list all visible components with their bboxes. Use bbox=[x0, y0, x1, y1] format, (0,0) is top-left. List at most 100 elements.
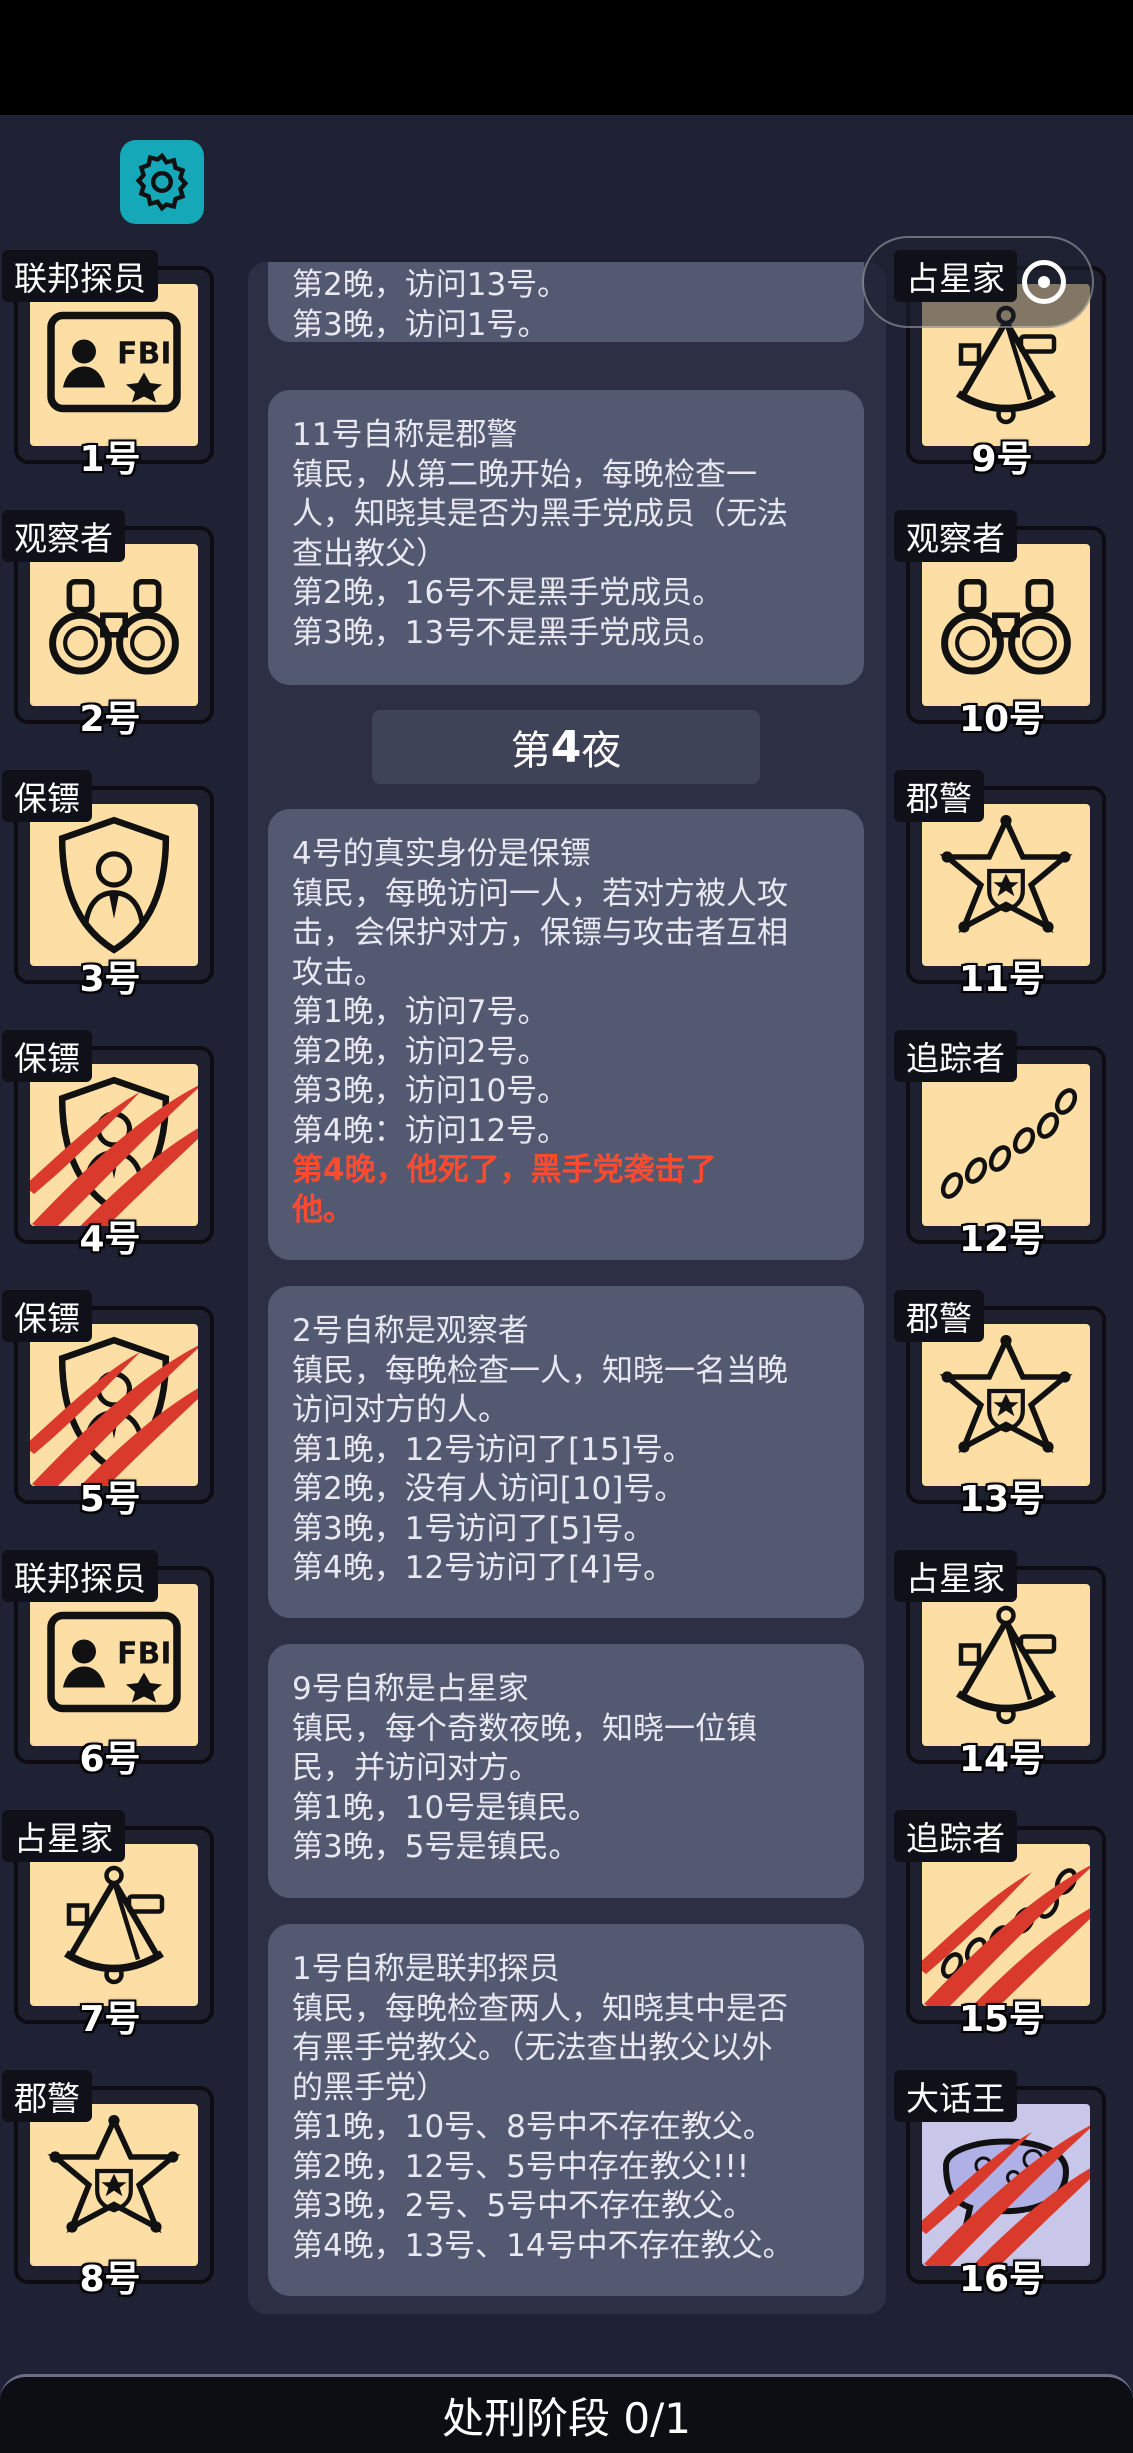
log-entry-2: 11号自称是郡警 镇民，从第二晚开始，每晚检查一 人，知晓其是否为黑手党成员（无… bbox=[268, 390, 864, 685]
player-card-15[interactable]: 追踪者 15号 bbox=[894, 1810, 1110, 2040]
role-label: 追踪者 bbox=[894, 1810, 1017, 1862]
role-label: 保镖 bbox=[2, 770, 92, 822]
player-portrait bbox=[30, 1064, 198, 1226]
player-number: 10号 bbox=[958, 699, 1046, 740]
night-number: 4 bbox=[550, 721, 582, 773]
log-line: 第4晚，12号访问了[4]号。 bbox=[292, 1550, 675, 1586]
log-line: 第3晚，2号、5号中不存在教父。 bbox=[292, 2188, 755, 2224]
log-entry-1: 第2晚，访问13号。 第3晚，访问1号。 bbox=[268, 262, 864, 343]
player-card-14[interactable]: 占星家 14号 bbox=[894, 1550, 1110, 1780]
player-number: 15号 bbox=[958, 1999, 1046, 2040]
player-card-2[interactable]: 观察者 2号 bbox=[2, 510, 218, 740]
log-line: 第1晚，访问7号。 bbox=[292, 994, 549, 1030]
player-number: 8号 bbox=[79, 2259, 141, 2300]
player-number: 13号 bbox=[958, 1479, 1046, 1520]
log-line: 9号自称是占星家 bbox=[292, 1671, 529, 1707]
claw-mark-icon bbox=[922, 2125, 1090, 2266]
player-number: 9号 bbox=[971, 439, 1033, 480]
execution-phase-bar[interactable]: 处刑阶段 0/1 bbox=[0, 2374, 1133, 2453]
role-label: 联邦探员 bbox=[2, 1550, 158, 1602]
log-entry-6: 1号自称是联邦探员 镇民，每晚检查两人，知晓其中是否 有黑手党教父。（无法查出教… bbox=[268, 1924, 864, 2296]
sheriff-star-icon bbox=[44, 2115, 184, 2255]
phase-label: 处刑阶段 0/1 bbox=[442, 2393, 691, 2443]
log-line: 查出教父） bbox=[292, 535, 447, 572]
footprints-icon bbox=[931, 1080, 1081, 1210]
player-card-7[interactable]: 占星家 7号 bbox=[2, 1810, 218, 2040]
role-label: 保镖 bbox=[2, 1030, 92, 1082]
role-label: 郡警 bbox=[894, 1290, 984, 1342]
status-bar bbox=[0, 0, 1133, 115]
sheriff-star-icon bbox=[936, 815, 1076, 955]
settings-button[interactable] bbox=[120, 140, 204, 224]
role-label: 追踪者 bbox=[894, 1030, 1017, 1082]
log-line: 镇民，每个奇数夜晚，知晓一位镇 bbox=[292, 1710, 757, 1747]
log-line: 第3晚，1号访问了[5]号。 bbox=[292, 1510, 655, 1547]
night-suffix: 夜 bbox=[581, 728, 622, 774]
claw-mark-icon bbox=[30, 1085, 198, 1226]
log-line: 2号自称是观察者 bbox=[292, 1313, 529, 1349]
player-portrait bbox=[922, 2104, 1090, 2266]
player-portrait bbox=[30, 1844, 198, 2006]
sextant-icon bbox=[39, 1860, 189, 1990]
fbi-badge-icon: FBI bbox=[39, 1600, 189, 1730]
log-line: 镇民，每晚访问一人，若对方被人攻 bbox=[292, 875, 788, 912]
player-card-8[interactable]: 郡警 8号 bbox=[2, 2070, 218, 2300]
log-line: 第3晚，访问1号。 bbox=[292, 306, 549, 343]
player-number: 12号 bbox=[958, 1219, 1046, 1260]
role-label: 保镖 bbox=[2, 1290, 92, 1342]
player-card-11[interactable]: 郡警 11号 bbox=[894, 770, 1110, 1000]
role-label: 观察者 bbox=[2, 510, 125, 562]
fbi-badge-icon: FBI bbox=[39, 300, 189, 430]
player-portrait bbox=[922, 1584, 1090, 1746]
log-line: 第1晚，12号访问了[15]号。 bbox=[292, 1431, 694, 1468]
player-portrait bbox=[30, 1324, 198, 1486]
player-card-3[interactable]: 保镖 3号 bbox=[2, 770, 218, 1000]
player-card-6[interactable]: FBI 联邦探员 6号 bbox=[2, 1550, 218, 1780]
night-prefix: 第 bbox=[510, 728, 551, 774]
claw-mark-icon bbox=[922, 1865, 1090, 2006]
player-number: 3号 bbox=[79, 959, 141, 1000]
night-header: 第4夜 bbox=[372, 710, 760, 784]
log-line: 攻击。 bbox=[292, 954, 385, 991]
player-card-1[interactable]: FBI 联邦探员 1号 bbox=[2, 250, 218, 480]
svg-text:FBI: FBI bbox=[117, 1637, 172, 1672]
bodyguard-shield-icon bbox=[49, 815, 179, 955]
player-number: 5号 bbox=[79, 1479, 141, 1520]
player-card-10[interactable]: 观察者 10号 bbox=[894, 510, 1110, 740]
log-line: 第2晚，没有人访问[10]号。 bbox=[292, 1471, 686, 1507]
log-line: 有黑手党教父。（无法查出教父以外 bbox=[292, 2030, 773, 2066]
log-entry-5: 9号自称是占星家 镇民，每个奇数夜晚，知晓一位镇 民，并访问对方。 第1晚，10… bbox=[268, 1644, 864, 1898]
log-line: 镇民，每晚检查两人，知晓其中是否 bbox=[292, 1990, 788, 2027]
player-portrait bbox=[922, 1324, 1090, 1486]
log-line: 第3晚，13号不是黑手党成员。 bbox=[292, 614, 724, 651]
death-notice: 他。 bbox=[292, 1191, 354, 1228]
log-line: 第4晚，13号、14号中不存在教父。 bbox=[292, 2227, 794, 2264]
player-card-4[interactable]: 保镖 4号 bbox=[2, 1030, 218, 1260]
player-portrait bbox=[922, 544, 1090, 706]
log-line: 第2晚，访问13号。 bbox=[292, 267, 569, 303]
game-log-panel[interactable]: 第2晚，访问13号。 第3晚，访问1号。 11号自称是郡警 镇民，从第二晚开始，… bbox=[248, 262, 886, 2314]
log-line: 的黑手党） bbox=[292, 2069, 447, 2106]
role-label: 占星家 bbox=[2, 1810, 125, 1862]
sheriff-star-icon bbox=[936, 1335, 1076, 1475]
close-circle-icon[interactable] bbox=[1022, 260, 1066, 304]
player-card-13[interactable]: 郡警 13号 bbox=[894, 1290, 1110, 1520]
log-line: 第4晚：访问12号。 bbox=[292, 1112, 569, 1149]
svg-text:FBI: FBI bbox=[117, 337, 172, 372]
player-portrait bbox=[30, 804, 198, 966]
log-line: 人，知晓其是否为黑手党成员（无法 bbox=[292, 496, 788, 532]
player-number: 11号 bbox=[958, 959, 1046, 1000]
player-number: 6号 bbox=[79, 1739, 141, 1780]
player-number: 4号 bbox=[79, 1219, 141, 1260]
gear-icon bbox=[135, 152, 189, 212]
log-line: 第3晚，5号是镇民。 bbox=[292, 1829, 580, 1865]
player-card-12[interactable]: 追踪者 12号 bbox=[894, 1030, 1110, 1260]
player-card-5[interactable]: 保镖 5号 bbox=[2, 1290, 218, 1520]
log-entry-4: 2号自称是观察者 镇民，每晚检查一人，知晓一名当晚 访问对方的人。 第1晚，12… bbox=[268, 1286, 864, 1618]
player-portrait bbox=[922, 1064, 1090, 1226]
player-portrait bbox=[30, 2104, 198, 2266]
player-number: 16号 bbox=[958, 2259, 1046, 2300]
death-notice: 第4晚，他死了，黑手党袭击了 bbox=[292, 1152, 717, 1188]
player-card-16[interactable]: 大话王 16号 bbox=[894, 2070, 1110, 2300]
log-line: 1号自称是联邦探员 bbox=[292, 1951, 560, 1987]
